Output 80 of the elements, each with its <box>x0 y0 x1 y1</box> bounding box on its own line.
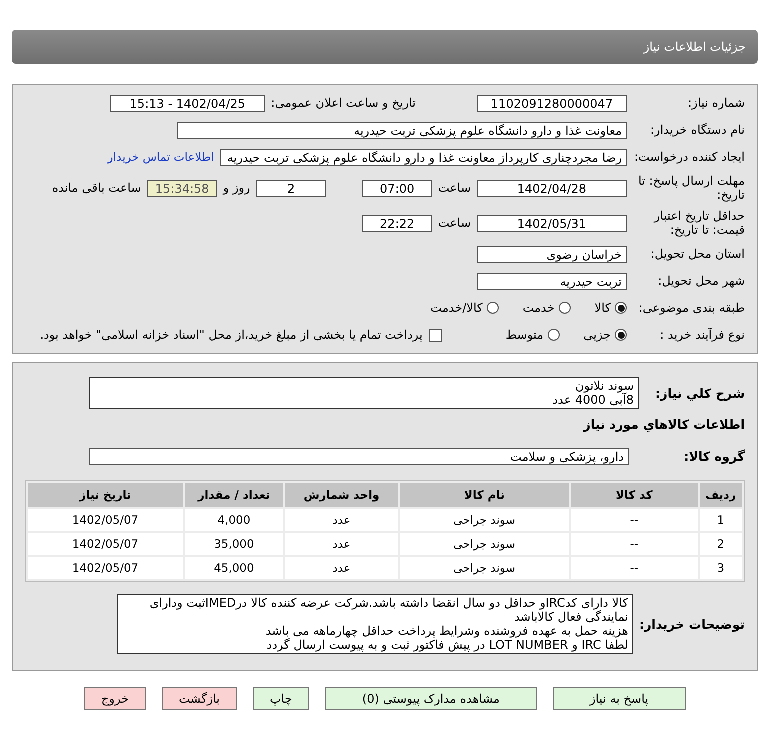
field-label: نام دستگاه خریدار: <box>650 123 746 137</box>
exit-button[interactable]: بازگشت <box>162 687 237 710</box>
table-cell: 4,000 <box>184 509 284 531</box>
column-header: کد کالا <box>571 483 698 507</box>
remaining-time-field: 15:34:58 <box>147 180 218 196</box>
field-label: ایجاد کننده درخواست: <box>633 150 746 164</box>
table-cell: 45,000 <box>184 557 284 579</box>
field-label: نوع فرآیند خرید : <box>659 328 746 342</box>
column-header: تعداد / مقدار <box>184 483 284 507</box>
deadline-date-field: 1402/04/28 <box>477 180 627 196</box>
creator-field: رضا مجردچناری کارپرداز معاونت غذا و دارو دانشگاه علوم پزشکی تربت حیدریه <box>220 148 627 166</box>
field-label: گروه کالا: <box>683 448 745 464</box>
section-title: اطلاعات کالاهاي مورد نياز <box>582 417 745 432</box>
radio-button[interactable] <box>615 329 627 341</box>
option-label: کالا <box>594 301 611 315</box>
field-label: شماره نیاز: <box>687 96 746 110</box>
table-cell: عدد <box>285 509 398 531</box>
summary-line: 8آبی 4000 عدد <box>552 393 634 407</box>
notes-line: کالا دارای کدIRCو حداقل دو سال انقضا داشته باشد.شرکت عرضه کننده کالا درIMEDثبت ودارای <box>148 596 628 610</box>
field-label: استان محل تحویل: <box>650 247 746 261</box>
days-field: 2 <box>256 180 326 196</box>
table-cell: -- <box>571 509 698 531</box>
table-cell: 1402/05/07 <box>28 509 183 531</box>
option-label: کالا/خدمت <box>430 301 483 315</box>
action-button[interactable]: چاپ <box>253 687 310 710</box>
option-label: خدمت <box>522 301 555 315</box>
option-label: جزیی <box>584 328 611 342</box>
column-header: واحد شمارش <box>285 483 398 507</box>
group-field: دارو، پزشکی و سلامت <box>89 448 629 464</box>
table-cell: عدد <box>285 557 398 579</box>
table-cell: 35,000 <box>184 533 284 555</box>
action-button[interactable]: پاسخ به نیاز <box>552 687 686 710</box>
radio-button[interactable] <box>558 302 571 314</box>
option-label: متوسط <box>506 328 544 342</box>
table-cell: -- <box>571 557 698 579</box>
table-cell: سوند جراحی <box>400 557 570 579</box>
contact-link[interactable]: اطلاعات تماس خریدار <box>108 150 214 164</box>
treasury-note: پرداخت تمام یا بخشی از مبلغ خرید،از محل "اسناد خزانه اسلامی" خواهد بود. <box>40 328 423 342</box>
notes-line: هزینه حمل به عهده فروشنده وشرایط پرداخت حداقل چهارماهه می باشد <box>264 624 628 638</box>
notes-line: نمایندگی فعال کالاباشد <box>513 610 628 624</box>
field-label: تاریخ و ساعت اعلان عمومی: <box>271 96 416 110</box>
table-cell: 3 <box>700 557 742 579</box>
validity-date-field: 1402/05/31 <box>477 214 627 232</box>
column-header: تاریخ نیاز <box>28 483 183 507</box>
field-label: ساعت <box>438 181 471 195</box>
province-field: خراسان رضوی <box>477 246 627 262</box>
field-label: شرح کلي نياز: <box>654 386 745 400</box>
field-label: ساعت باقی مانده <box>52 181 142 195</box>
action-button[interactable]: مشاهده مدارک پیوستی (0) <box>325 687 537 710</box>
field-label: روز و <box>223 181 250 195</box>
table-cell: سوند جراحی <box>400 509 570 531</box>
checkbox[interactable] <box>428 328 442 342</box>
table-cell: 2 <box>700 533 742 555</box>
field-label: توضیحات خریدار: <box>639 616 745 632</box>
city-field: تربت حیدریه <box>477 272 627 290</box>
summary-line: سوند نلاتون <box>574 379 634 393</box>
radio-button[interactable] <box>486 302 499 314</box>
field-label: حداقل تاریخ اعتبار قیمت: تا تاریخ: <box>652 209 746 237</box>
page-title: جزئیات اطلاعات نیاز <box>644 40 746 54</box>
table-cell: سوند جراحی <box>400 533 570 555</box>
field-label: ساعت <box>438 216 471 230</box>
buyer-org-field: معاونت غذا و دارو دانشگاه علوم پزشکی تربت حیدریه <box>177 122 627 138</box>
field-label: شهر محل تحویل: <box>657 274 746 288</box>
exit-button[interactable]: خروج <box>84 687 146 710</box>
announce-date-field: 1402/04/25 - 15:13 <box>110 94 266 112</box>
column-header: نام کالا <box>400 483 570 507</box>
table-cell: عدد <box>285 533 398 555</box>
radio-button[interactable] <box>615 302 627 314</box>
field-label: مهلت ارسال پاسخ: تا تاریخ: <box>637 174 746 202</box>
table-cell: -- <box>571 533 698 555</box>
radio-button[interactable] <box>548 329 560 341</box>
deadline-time-field: 07:00 <box>362 180 432 196</box>
table-cell: 1 <box>700 509 742 531</box>
column-header: ردیف <box>700 483 742 507</box>
field-label: طبقه بندی موضوعی: <box>638 301 746 315</box>
notes-line: لطفا IRC و LOT NUMBER در پیش فاکتور ثبت و به پیوست ارسال گردد <box>266 638 628 652</box>
need-number-field: 1102091280000047 <box>477 94 627 112</box>
table-cell: 1402/05/07 <box>28 533 183 555</box>
validity-time-field: 22:22 <box>362 214 432 232</box>
table-cell: 1402/05/07 <box>28 557 183 579</box>
